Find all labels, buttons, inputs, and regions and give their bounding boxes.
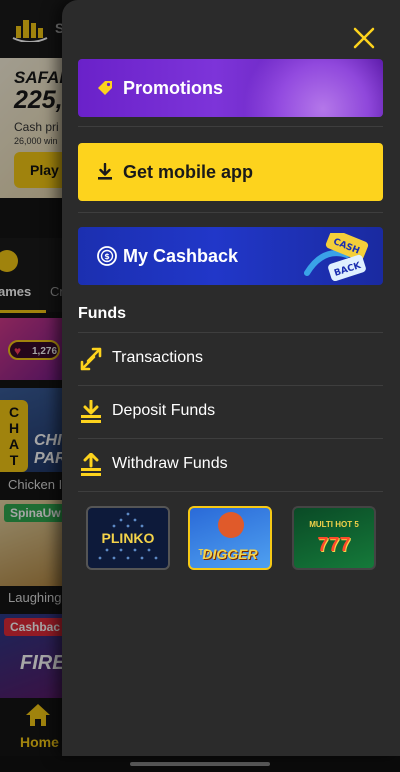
divider <box>78 212 383 213</box>
get-mobile-app-button[interactable]: Get mobile app <box>78 143 383 201</box>
divider <box>78 126 383 127</box>
divider <box>78 491 383 492</box>
get-mobile-app-label: Get mobile app <box>123 162 254 182</box>
promotions-label: Promotions <box>123 78 224 98</box>
funds-section-title: Funds <box>78 305 126 322</box>
my-cashback-label: My Cashback <box>123 246 239 266</box>
game-tile-plinko[interactable]: PLINKO <box>86 506 170 570</box>
withdraw-icon <box>81 453 101 476</box>
svg-text:$: $ <box>104 252 110 261</box>
game-title: DIGGER <box>202 546 258 562</box>
close-icon[interactable] <box>348 22 380 54</box>
withdraw-funds-label: Withdraw Funds <box>112 455 228 472</box>
transfer-arrows-icon <box>80 347 102 371</box>
game-tile-digger[interactable]: TO DIGGER <box>188 506 272 570</box>
wheel-decoration <box>243 59 383 117</box>
menu-item-withdraw-funds[interactable]: Withdraw Funds <box>78 439 383 491</box>
my-cashback-button[interactable]: $ My Cashback CASH BACK <box>78 227 383 285</box>
featured-games: PLINKO TO DIGGER MULTI HOT 5 777 <box>86 506 376 572</box>
menu-item-transactions[interactable]: Transactions <box>78 333 383 385</box>
cashback-coin-decoration: CASH BACK <box>304 233 369 281</box>
transactions-label: Transactions <box>112 349 203 366</box>
cashback-icon: $ <box>97 246 117 266</box>
menu-item-deposit-funds[interactable]: Deposit Funds <box>78 386 383 438</box>
tag-icon <box>98 81 112 95</box>
game-title: PLINKO <box>101 530 155 546</box>
character-decoration <box>218 512 244 538</box>
game-tile-multi-hot-5[interactable]: MULTI HOT 5 777 <box>292 506 376 570</box>
deposit-icon <box>81 400 101 423</box>
deposit-funds-label: Deposit Funds <box>112 402 216 419</box>
game-title: MULTI HOT 5 <box>309 520 359 529</box>
side-drawer: Promotions Get mobile app $ My Cashback … <box>62 0 400 756</box>
game-subtitle: 777 <box>317 534 351 556</box>
promotions-button[interactable]: Promotions <box>78 59 383 117</box>
download-icon <box>98 163 112 180</box>
